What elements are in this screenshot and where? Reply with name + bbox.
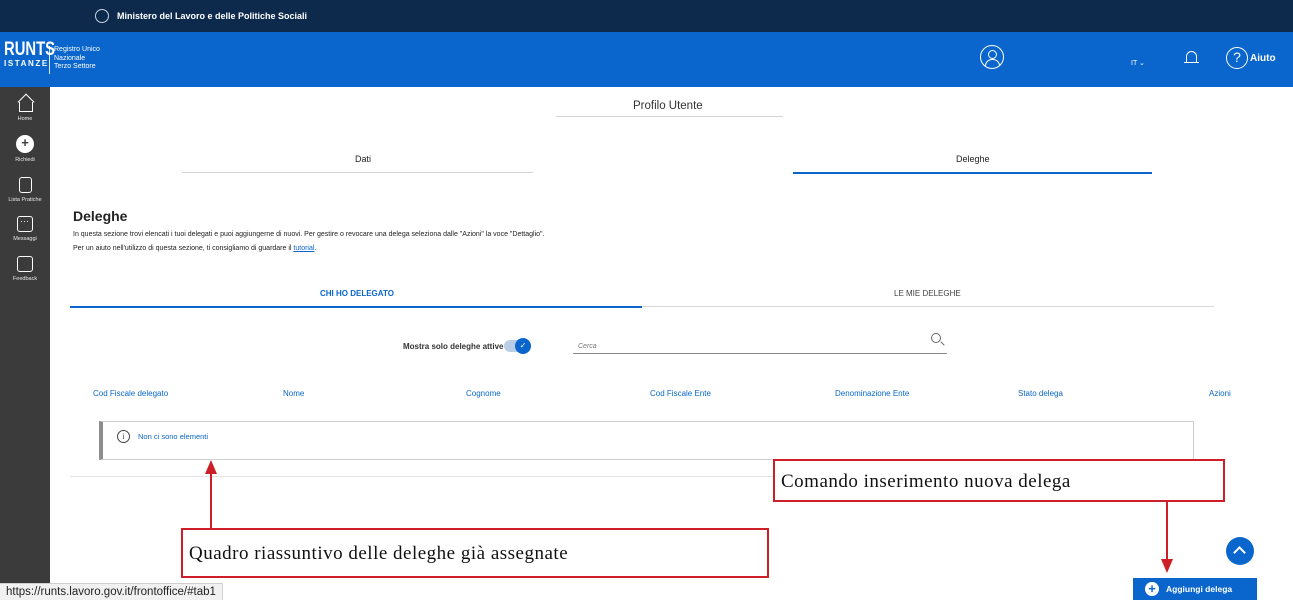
sidebar-item-label: Messaggi bbox=[13, 236, 37, 242]
column-header-stato-delega[interactable]: Stato delega bbox=[1018, 389, 1063, 398]
active-filter-label: Mostra solo deleghe attive bbox=[403, 342, 504, 351]
sidebar-item-messaggi[interactable]: Messaggi bbox=[0, 216, 50, 242]
logo-desc-line-1: Registro Unico bbox=[54, 46, 100, 53]
sidebar-item-lista-pratiche[interactable]: Lista Pratiche bbox=[0, 177, 50, 203]
tab-dati-underline bbox=[182, 172, 533, 173]
app-header: RUNTS ISTANZE Registro Unico Nazionale T… bbox=[0, 32, 1293, 87]
tab-le-mie-deleghe[interactable]: LE MIE DELEGHE bbox=[894, 289, 961, 298]
status-bar-url: https://runts.lavoro.gov.it/frontoffice/… bbox=[0, 583, 223, 600]
sidebar-item-label: Home bbox=[17, 116, 33, 122]
ministry-name[interactable]: Ministero del Lavoro e delle Politiche S… bbox=[117, 11, 307, 21]
sidebar-item-label: Lista Pratiche bbox=[8, 197, 42, 203]
annotation-summary-panel: Quadro riassuntivo delle deleghe già ass… bbox=[181, 528, 769, 578]
section-help-text: Per un aiuto nell'utilizzo di questa sez… bbox=[73, 245, 316, 252]
plus-icon: + bbox=[1145, 582, 1159, 596]
feedback-icon bbox=[17, 256, 33, 272]
empty-state-box bbox=[99, 421, 1194, 460]
user-profile-icon[interactable] bbox=[980, 45, 1004, 69]
page-root: Ministero del Lavoro e delle Politiche S… bbox=[0, 0, 1293, 600]
annotation-arrowhead-down bbox=[1161, 559, 1173, 573]
column-header-nome[interactable]: Nome bbox=[283, 389, 304, 398]
info-icon: i bbox=[117, 430, 130, 443]
plus-circle-icon: + bbox=[16, 135, 34, 153]
section-description: In questa sezione trovi elencati i tuoi … bbox=[73, 231, 545, 238]
tab-dati[interactable]: Dati bbox=[355, 154, 371, 164]
annotation-arrow-summary bbox=[210, 472, 212, 530]
check-icon: ✓ bbox=[515, 338, 531, 354]
sidebar-item-feedback[interactable]: Feedback bbox=[0, 256, 50, 282]
ministry-bar: Ministero del Lavoro e delle Politiche S… bbox=[0, 0, 1293, 32]
search-box bbox=[573, 335, 947, 354]
logo-main-text: RUNTS bbox=[4, 39, 56, 60]
profile-title: Profilo Utente bbox=[633, 100, 703, 112]
add-delegation-label: Aggiungi delega bbox=[1166, 584, 1233, 594]
column-header-cod-fiscale-delegato[interactable]: Cod Fiscale delegato bbox=[93, 389, 168, 398]
tab-le-mie-deleghe-underline bbox=[642, 306, 1214, 307]
help-text: Per un aiuto nell'utilizzo di questa sez… bbox=[73, 245, 292, 252]
sidebar-item-home[interactable]: Home bbox=[0, 94, 50, 122]
search-input[interactable] bbox=[578, 343, 898, 350]
republic-emblem-icon bbox=[95, 9, 109, 23]
column-header-cod-fiscale-ente[interactable]: Cod Fiscale Ente bbox=[650, 389, 711, 398]
tab-deleghe-underline bbox=[793, 172, 1152, 174]
scroll-to-top-button[interactable] bbox=[1226, 537, 1254, 565]
tab-chi-ho-delegato[interactable]: CHI HO DELEGATO bbox=[320, 289, 394, 298]
sidebar-item-label: Richiedi bbox=[15, 157, 35, 163]
sidebar-item-richiedi[interactable]: + Richiedi bbox=[0, 135, 50, 163]
logo-desc-line-2: Nazionale bbox=[54, 54, 86, 62]
tutorial-link[interactable]: tutorial bbox=[293, 245, 314, 252]
tab-chi-ho-delegato-underline bbox=[70, 306, 642, 308]
annotation-arrowhead-up bbox=[205, 460, 217, 474]
home-icon bbox=[16, 94, 34, 112]
document-icon bbox=[18, 177, 32, 193]
message-icon bbox=[17, 216, 33, 232]
logo-description: Registro Unico Nazionale Terzo Settore bbox=[54, 46, 100, 72]
column-header-cognome[interactable]: Cognome bbox=[466, 389, 501, 398]
column-header-azioni: Azioni bbox=[1209, 389, 1231, 398]
help-suffix: . bbox=[314, 245, 317, 252]
help-label[interactable]: Aiuto bbox=[1250, 53, 1276, 64]
logo-divider bbox=[49, 46, 50, 74]
search-icon[interactable] bbox=[931, 333, 941, 343]
language-selector[interactable]: IT ⌄ bbox=[1131, 59, 1145, 67]
active-filter-toggle[interactable]: ✓ bbox=[504, 338, 531, 354]
profile-title-underline bbox=[556, 116, 783, 117]
add-delegation-button[interactable]: + Aggiungi delega bbox=[1133, 578, 1257, 600]
left-sidebar: Home + Richiedi Lista Pratiche Messaggi … bbox=[0, 87, 50, 600]
annotation-arrow-add bbox=[1166, 502, 1168, 560]
notifications-bell-icon[interactable] bbox=[1184, 51, 1199, 64]
column-header-denominazione-ente[interactable]: Denominazione Ente bbox=[835, 389, 909, 398]
tab-deleghe[interactable]: Deleghe bbox=[956, 154, 990, 164]
empty-state-message: Non ci sono elementi bbox=[138, 432, 209, 441]
sidebar-item-label: Feedback bbox=[12, 276, 38, 282]
section-title: Deleghe bbox=[73, 208, 128, 224]
help-icon[interactable]: ? bbox=[1226, 47, 1248, 69]
annotation-new-delegation: Comando inserimento nuova delega bbox=[773, 459, 1225, 502]
logo-desc-line-3: Terzo Settore bbox=[54, 63, 96, 70]
